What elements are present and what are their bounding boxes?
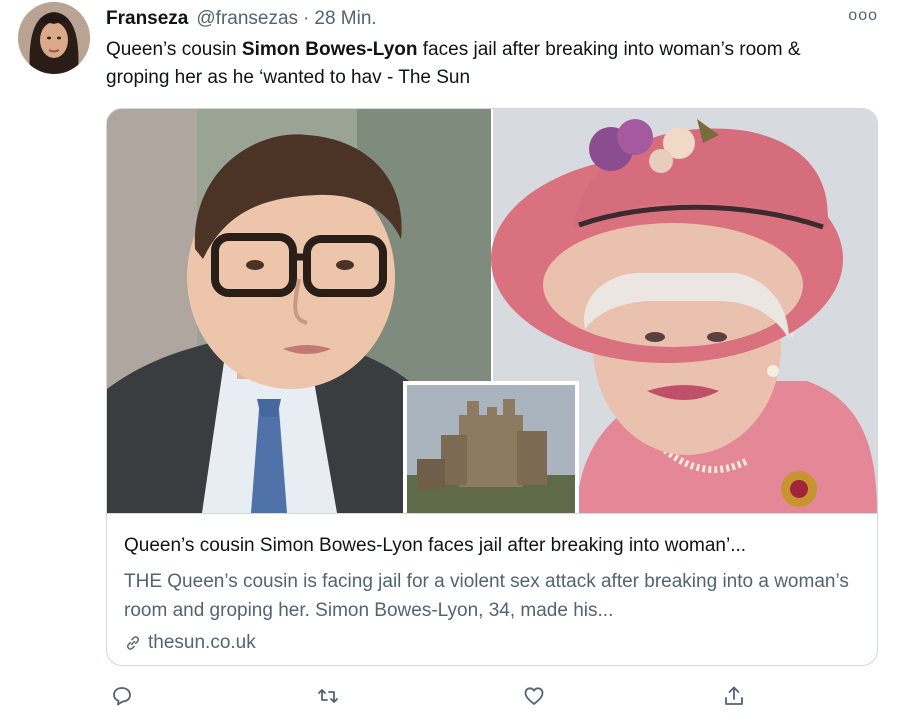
like-button[interactable]: [518, 680, 550, 712]
retweet-icon: [318, 689, 338, 703]
tweet-text-bold: Simon Bowes-Lyon: [241, 39, 418, 60]
timestamp[interactable]: 28 Min.: [314, 8, 376, 30]
link-preview-card[interactable]: Queen’s cousin Simon Bowes-Lyon faces ja…: [106, 108, 878, 666]
card-image[interactable]: [107, 109, 877, 513]
link-icon: [126, 636, 140, 650]
tweet-text-start: Queen’s cousin: [106, 39, 242, 60]
card-text-area[interactable]: Queen’s cousin Simon Bowes-Lyon faces ja…: [107, 513, 877, 665]
tweet-text: Queen’s cousin Simon Bowes-Lyon faces ja…: [106, 36, 866, 92]
card-domain-text: thesun.co.uk: [148, 632, 256, 653]
reply-icon: [113, 687, 131, 706]
retweet-button[interactable]: [312, 680, 344, 712]
avatar[interactable]: [18, 2, 90, 74]
user-handle[interactable]: @fransezas: [196, 8, 298, 30]
separator: ·: [303, 8, 310, 29]
card-description: THE Queen’s cousin is facing jail for a …: [124, 571, 849, 621]
card-domain[interactable]: thesun.co.uk: [124, 632, 256, 654]
like-icon: [524, 687, 544, 705]
tweet-action-bar: [106, 680, 766, 712]
card-title[interactable]: Queen’s cousin Simon Bowes-Lyon faces ja…: [124, 532, 864, 560]
more-options-icon[interactable]: ooo: [848, 7, 878, 25]
avatar-image: [18, 2, 90, 74]
reply-button[interactable]: [106, 680, 138, 712]
tweet-header: Franseza @fransezas · 28 Min.: [106, 6, 860, 32]
share-icon: [725, 686, 743, 705]
display-name[interactable]: Franseza: [106, 8, 188, 30]
photo-castle: [403, 381, 579, 513]
share-button[interactable]: [718, 680, 750, 712]
